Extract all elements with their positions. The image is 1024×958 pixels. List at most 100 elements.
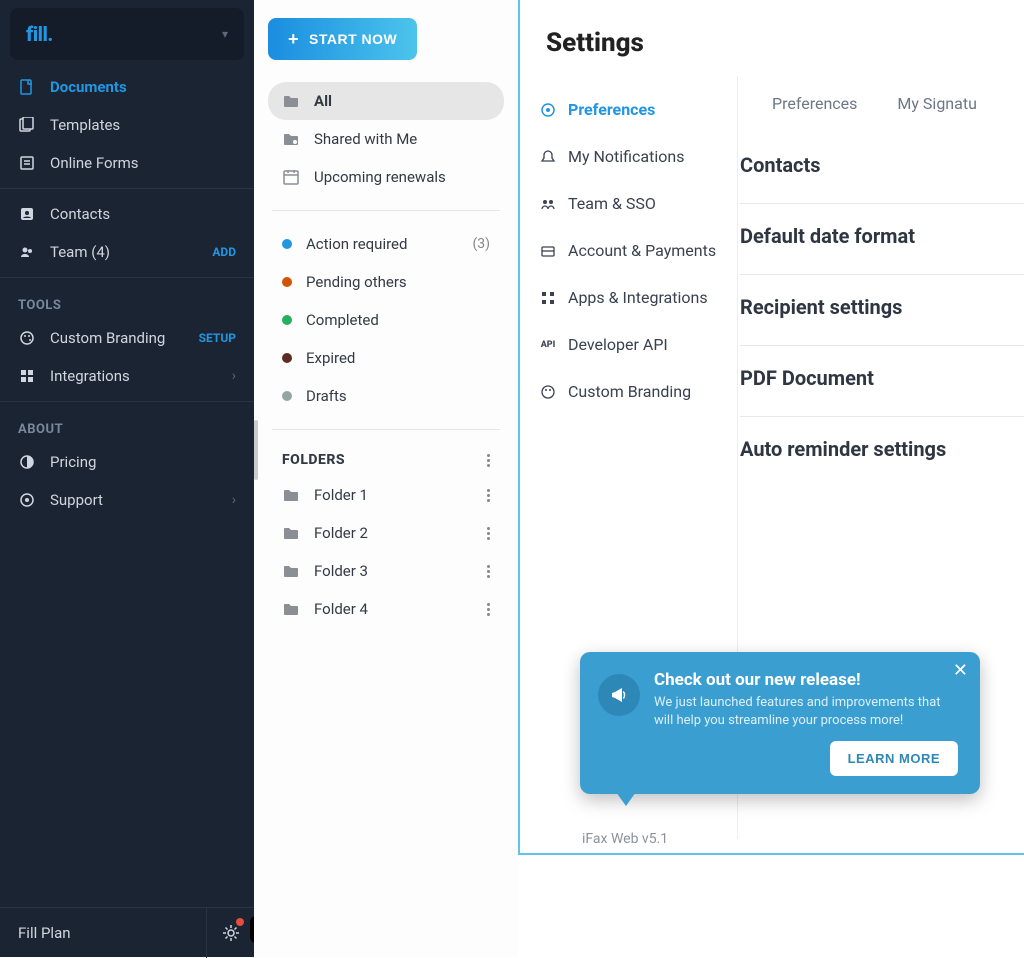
folder-icon: [282, 486, 300, 504]
status-label: Expired: [306, 349, 355, 367]
nav-team[interactable]: Team (4) ADD: [0, 233, 254, 271]
contacts-icon: [18, 205, 36, 223]
status-drafts[interactable]: Drafts: [268, 377, 504, 415]
settings-nav-apps-integrations[interactable]: Apps & Integrations: [520, 274, 737, 321]
settings-section: PDF Document: [740, 346, 1024, 417]
folder-icon: [282, 92, 300, 110]
settings-nav-icon: [540, 196, 556, 212]
kebab-icon[interactable]: [487, 565, 490, 578]
chevron-right-icon: ›: [232, 492, 236, 508]
api-icon: API: [540, 337, 556, 353]
status-label: Completed: [306, 311, 379, 329]
folder-icon: [282, 600, 300, 618]
plan-label[interactable]: Fill Plan: [0, 924, 206, 942]
setup-button[interactable]: SETUP: [199, 331, 236, 345]
pricing-icon: [18, 453, 36, 471]
templates-icon: [18, 116, 36, 134]
settings-nav-custom-branding[interactable]: Custom Branding: [520, 368, 737, 415]
updates-button[interactable]: [206, 908, 254, 958]
kebab-icon[interactable]: [487, 527, 490, 540]
calendar-icon: [282, 168, 300, 186]
nav-label: Online Forms: [50, 154, 139, 172]
chevron-right-icon: ›: [232, 368, 236, 384]
nav-label: Support: [50, 491, 103, 509]
tab-preferences[interactable]: Preferences: [772, 94, 857, 113]
settings-section: Auto reminder settings: [740, 417, 1024, 487]
filter-upcoming-renewals[interactable]: Upcoming renewals: [268, 158, 504, 196]
status-pending-others[interactable]: Pending others: [268, 263, 504, 301]
status-list: Action required (3) Pending others Compl…: [268, 225, 504, 415]
nav-contacts[interactable]: Contacts: [0, 195, 254, 233]
document-icon: [18, 78, 36, 96]
status-label: Action required: [306, 235, 407, 253]
nav-people: Contacts Team (4) ADD: [0, 188, 254, 271]
nav-label: Integrations: [50, 367, 130, 385]
settings-nav-account-payments[interactable]: Account & Payments: [520, 227, 737, 274]
status-dot-icon: [282, 239, 292, 249]
close-icon[interactable]: ✕: [953, 660, 968, 681]
folder-item[interactable]: Folder 2: [268, 514, 504, 552]
version-label: iFax Web v5.1: [582, 831, 668, 847]
nav-label: Documents: [50, 78, 127, 96]
settings-nav-icon: [540, 149, 556, 165]
settings-nav-label: Developer API: [568, 335, 668, 354]
kebab-icon[interactable]: [487, 454, 490, 467]
support-icon: [18, 491, 36, 509]
learn-more-button[interactable]: LEARN MORE: [830, 741, 958, 776]
brand-logo: fill.: [26, 22, 53, 46]
filter-shared[interactable]: Shared with Me: [268, 120, 504, 158]
about-header: ABOUT: [0, 408, 254, 443]
team-icon: [18, 243, 36, 261]
nav-label: Templates: [50, 116, 120, 134]
popover-text: We just launched features and improvemen…: [654, 694, 958, 729]
popover-title: Check out our new release!: [654, 670, 958, 690]
kebab-icon[interactable]: [487, 603, 490, 616]
status-action-required[interactable]: Action required (3): [268, 225, 504, 263]
status-completed[interactable]: Completed: [268, 301, 504, 339]
status-expired[interactable]: Expired: [268, 339, 504, 377]
filter-label: Shared with Me: [314, 130, 417, 148]
kebab-icon[interactable]: [487, 489, 490, 502]
start-label: START NOW: [309, 31, 397, 47]
settings-nav-team-sso[interactable]: Team & SSO: [520, 180, 737, 227]
nav-label: Pricing: [50, 453, 96, 471]
add-button[interactable]: ADD: [212, 245, 236, 259]
nav-online-forms[interactable]: Online Forms: [0, 144, 254, 182]
settings-nav-developer-api[interactable]: API Developer API: [520, 321, 737, 368]
folder-item[interactable]: Folder 4: [268, 590, 504, 628]
folder-list: Folder 1 Folder 2 Folder 3 Folder 4: [268, 476, 504, 628]
nav-custom-branding[interactable]: Custom Branding SETUP: [0, 319, 254, 357]
tab-my-signature[interactable]: My Signatu: [897, 94, 976, 113]
nav-integrations[interactable]: Integrations ›: [0, 357, 254, 395]
settings-nav-label: Preferences: [568, 100, 655, 119]
status-label: Drafts: [306, 387, 347, 405]
settings-nav-label: Account & Payments: [568, 241, 716, 260]
folder-icon: [282, 562, 300, 580]
section-title: Recipient settings: [740, 295, 1024, 319]
start-now-button[interactable]: + START NOW: [268, 18, 417, 60]
tabs-row: Preferences My Signatu: [738, 76, 1024, 133]
nav-documents[interactable]: Documents: [0, 68, 254, 106]
section-title: Default date format: [740, 224, 1024, 248]
status-dot-icon: [282, 391, 292, 401]
workspace-selector[interactable]: fill. ▾: [10, 8, 244, 60]
nav-support[interactable]: Support ›: [0, 481, 254, 519]
integrations-icon: [18, 367, 36, 385]
nav-templates[interactable]: Templates: [0, 106, 254, 144]
sidebar-secondary: + START NOW All Shared with Me Upcomi: [254, 0, 518, 957]
nav-pricing[interactable]: Pricing: [0, 443, 254, 481]
filter-all[interactable]: All: [268, 82, 504, 120]
settings-nav-my-notifications[interactable]: My Notifications: [520, 133, 737, 180]
section-title: Auto reminder settings: [740, 437, 1024, 461]
status-count: (3): [472, 236, 490, 252]
settings-section: Default date format: [740, 204, 1024, 275]
nav-main: Documents Templates Online Forms: [0, 68, 254, 182]
scrollbar-thumb[interactable]: [254, 420, 258, 480]
folder-item[interactable]: Folder 1: [268, 476, 504, 514]
settings-nav-preferences[interactable]: Preferences: [520, 86, 737, 133]
settings-nav-label: My Notifications: [568, 147, 684, 166]
folder-item[interactable]: Folder 3: [268, 552, 504, 590]
status-label: Pending others: [306, 273, 407, 291]
settings-nav-label: Team & SSO: [568, 194, 656, 213]
settings-nav-label: Apps & Integrations: [568, 288, 708, 307]
